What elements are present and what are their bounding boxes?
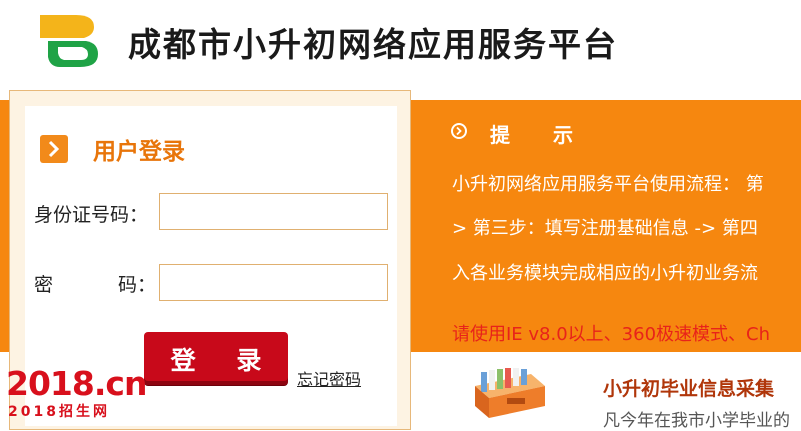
file-box-icon[interactable] <box>467 366 549 422</box>
circle-chevron-icon <box>451 123 467 139</box>
tips-title: 提 示 <box>490 123 591 147</box>
password-input[interactable] <box>159 264 388 301</box>
login-button[interactable]: 登 录 <box>144 332 288 385</box>
site-title: 成都市小升初网络应用服务平台 <box>128 25 618 64</box>
watermark-logo: 2018.cn <box>6 364 147 403</box>
platform-logo <box>40 15 98 67</box>
id-number-label: 身份证号码： <box>34 204 149 226</box>
chevron-right-icon <box>40 135 68 163</box>
forgot-password-link[interactable]: 忘记密码 <box>297 366 361 390</box>
header: 成都市小升初网络应用服务平台 <box>0 0 801 90</box>
password-label-part1: 密 <box>34 274 54 296</box>
id-number-input[interactable] <box>159 193 388 230</box>
tip-line: > 第三步：填写注册基础信息 -> 第四 <box>452 218 758 239</box>
watermark-text: 2018招生网 <box>8 404 110 420</box>
password-label-part2: 码： <box>118 274 157 296</box>
info-collection-description: 凡今年在我市小学毕业的 <box>603 411 790 431</box>
tip-line: 入各业务模块完成相应的小升初业务流 <box>452 263 758 284</box>
info-collection-link[interactable]: 小升初毕业信息采集 <box>603 374 774 401</box>
login-title: 用户登录 <box>93 139 185 165</box>
tip-line: 小升初网络应用服务平台使用流程： 第 <box>452 174 764 195</box>
browser-warning: 请使用IE v8.0以上、360极速模式、Ch <box>452 324 771 345</box>
